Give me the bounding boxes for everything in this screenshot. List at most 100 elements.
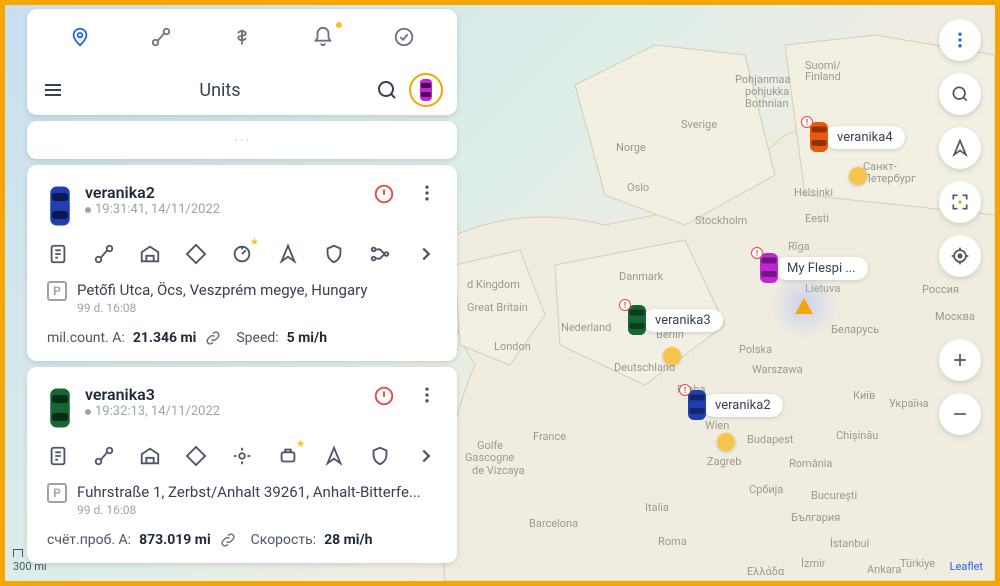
kebab-menu-button[interactable] [417,183,437,203]
sensor-row: счёт.проб. A: 873.019 mi Скорость: 28 mi… [47,531,437,549]
car-icon [418,77,434,103]
north-button[interactable] [939,127,981,169]
map-city-label: Ελλάδα [747,565,784,578]
more-menu-button[interactable] [939,19,981,61]
gps-button[interactable] [231,445,253,467]
map-city-label: Danmark [619,270,663,283]
zoom-in-button[interactable] [939,339,981,381]
unit-address: Petőfi Utca, Öcs, Veszprém megye, Hungar… [77,281,437,299]
zone-button[interactable] [185,445,207,467]
kebab-icon [950,30,970,50]
dollar-icon [231,26,253,48]
hamburger-button[interactable] [41,78,65,102]
map-marker[interactable]: !My Flespi ... [757,251,868,285]
map-attribution[interactable]: Leaflet [950,560,983,573]
garage-button[interactable] [139,243,161,265]
map-controls [939,19,981,435]
kebab-icon [417,385,437,405]
snippet-text: · · · [235,134,249,147]
panel-title: Units [75,80,365,101]
check-circle-icon [393,26,415,48]
map-city-label: Україна [889,397,929,410]
kebab-menu-button[interactable] [417,385,437,405]
pin-icon [69,26,91,48]
yellow-dot-marker[interactable] [849,167,867,185]
marker-label: My Flespi ... [775,257,868,280]
panel-header-card: Units [27,9,457,115]
expand-button[interactable] [415,445,437,467]
route-button[interactable] [93,243,115,265]
route-button[interactable] [93,445,115,467]
map-city-label: London [494,340,531,353]
locate-button[interactable] [939,235,981,277]
unit-time: 19:32:13, 14/11/2022 [85,404,361,419]
tab-check[interactable] [385,18,423,56]
report-button[interactable] [47,445,69,467]
yellow-dot-marker[interactable] [663,347,681,365]
map-city-label: România [789,457,832,470]
unit-card[interactable]: veranika3 19:32:13, 14/11/2022 ★ P F [27,367,457,563]
direction-button[interactable] [323,445,345,467]
unit-since: 99 d. 16:08 [77,503,437,517]
map-city-label: Србија [749,483,783,496]
report-button[interactable] [47,243,69,265]
map-city-label: Italia [645,501,669,514]
tool-row: ★ [47,445,437,467]
fullscreen-button[interactable] [939,181,981,223]
panel-header: Units [27,65,457,115]
unit-address: Fuhrstraße 1, Zerbst/Anhalt 39261, Anhal… [77,483,437,501]
marker-label: veranika2 [703,394,783,417]
map-city-label: България [791,511,840,524]
map-city-label: București [811,489,857,502]
kebab-icon [417,183,437,203]
status-dot-icon [85,409,91,415]
map-city-label: France [533,430,566,443]
link-icon[interactable] [219,531,237,549]
alert-icon[interactable] [373,183,395,205]
marker-label: veranika3 [643,309,723,332]
map-city-label: Chișinău [836,429,878,442]
hamburger-icon [41,78,65,102]
tab-dollar[interactable] [223,18,261,56]
yellow-dot-marker[interactable] [717,433,735,451]
compass-icon [950,138,970,158]
tab-bar [27,9,457,65]
map-city-label: de Vizcaya [472,464,525,477]
chevron-right-icon [415,243,437,265]
map-city-label: Oslo [627,181,649,194]
shield-button[interactable] [323,243,345,265]
garage-button[interactable] [139,445,161,467]
sensor2-value: 28 mi/h [324,532,372,548]
tab-bell[interactable] [304,18,342,56]
map-marker[interactable]: !veranika2 [685,388,783,422]
map-city-label: Беларусь [831,323,879,336]
prev-unit-peek[interactable]: · · · [27,121,457,159]
map-marker[interactable]: !veranika4 [807,120,905,154]
share-button[interactable] [369,243,391,265]
speed-button[interactable]: ★ [231,243,253,265]
avatar-button[interactable] [409,73,443,107]
search-button[interactable] [375,78,399,102]
alert-icon[interactable] [373,385,395,407]
map-city-label: Sverige [681,118,717,131]
expand-button[interactable] [415,243,437,265]
sensor1-value: 21.346 mi [133,330,197,346]
zone-button[interactable] [185,243,207,265]
map-marker[interactable]: !veranika3 [625,303,723,337]
crosshair-icon [950,246,970,266]
bell-icon [312,26,334,48]
direction-button[interactable] [277,243,299,265]
alert-badge-icon: ! [801,116,813,128]
shield-button[interactable] [369,445,391,467]
minus-icon [950,404,970,424]
notification-badge [334,20,344,30]
tab-routes[interactable] [142,18,180,56]
link-icon[interactable] [204,329,222,347]
sensor-row: mil.count. A: 21.346 mi Speed: 5 mi/h [47,329,437,347]
map-city-label: Gascogne [465,451,514,464]
tab-map-pin[interactable] [61,18,99,56]
search-map-button[interactable] [939,73,981,115]
engine-button[interactable]: ★ [277,445,299,467]
zoom-out-button[interactable] [939,393,981,435]
unit-card[interactable]: veranika2 19:31:41, 14/11/2022 ★ P P [27,165,457,361]
